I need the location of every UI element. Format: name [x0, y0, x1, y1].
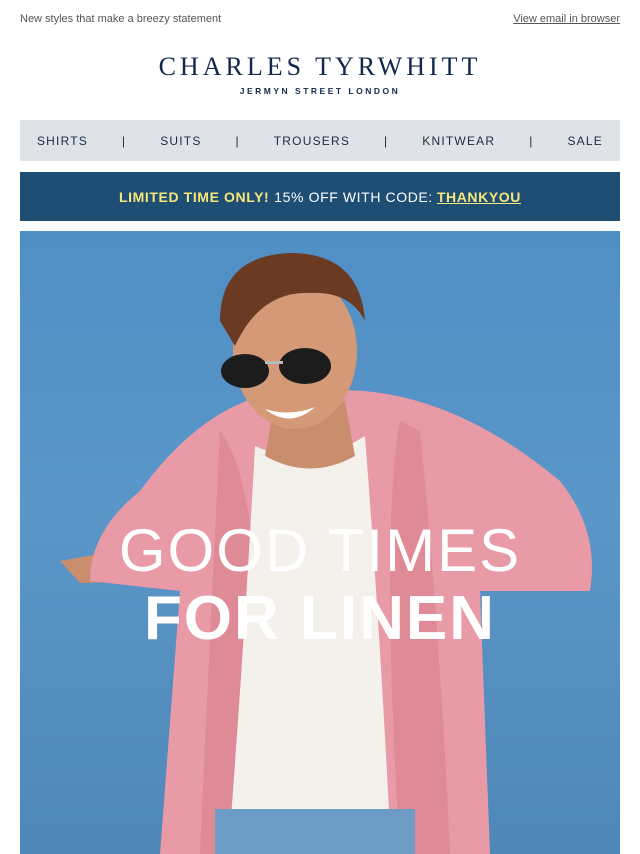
- brand-logo[interactable]: CHARLES TYRWHITT JERMYN STREET LONDON: [0, 52, 640, 96]
- promo-lead: LIMITED TIME ONLY!: [118, 188, 270, 205]
- preheader-bar: New styles that make a breezy statement …: [20, 11, 620, 27]
- hero-headline-line1: GOOD TIMES: [118, 517, 522, 584]
- promo-text: 15% OFF WITH CODE:: [274, 188, 433, 205]
- nav-item-trousers[interactable]: TROUSERS: [274, 134, 350, 148]
- nav-separator: |: [384, 133, 389, 148]
- logo-brand-name: CHARLES TYRWHITT: [158, 52, 482, 81]
- view-in-browser-link[interactable]: View email in browser: [513, 13, 620, 25]
- promo-code[interactable]: THANKYOU: [437, 189, 521, 205]
- logo-tagline: JERMYN STREET LONDON: [239, 86, 401, 96]
- nav-item-shirts[interactable]: SHIRTS: [37, 134, 88, 148]
- nav-separator: |: [121, 133, 127, 148]
- hero-headline-line2: FOR LINEN: [143, 584, 497, 653]
- hero-banner[interactable]: GOOD TIMES FOR LINEN: [20, 231, 620, 854]
- nav-separator: |: [235, 133, 240, 148]
- nav-separator: |: [529, 133, 534, 148]
- main-nav: SHIRTS | SUITS | TROUSERS | KNITWEAR | S…: [20, 120, 620, 161]
- nav-item-knitwear[interactable]: KNITWEAR: [422, 134, 495, 148]
- nav-item-suits[interactable]: SUITS: [160, 134, 201, 148]
- nav-item-sale[interactable]: SALE: [567, 134, 603, 148]
- promo-banner[interactable]: LIMITED TIME ONLY! 15% OFF WITH CODE: TH…: [20, 172, 620, 221]
- preheader-text: New styles that make a breezy statement: [20, 13, 222, 25]
